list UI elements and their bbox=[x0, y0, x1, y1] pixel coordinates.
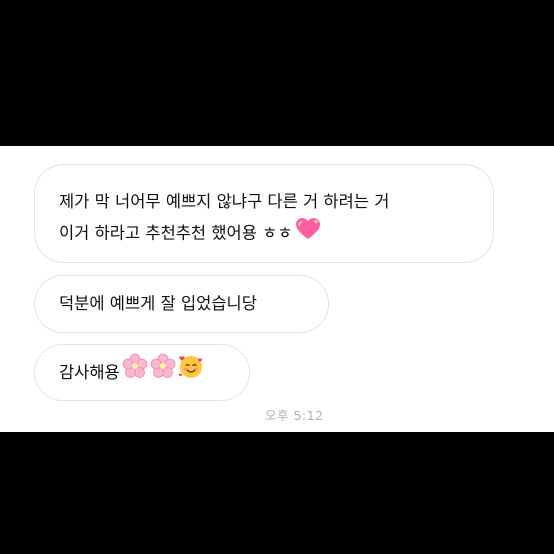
message-bubble[interactable]: 제가 막 너어무 예쁘지 않냐구 다른 거 하려는 거 이거 하라고 추천추천 … bbox=[34, 164, 494, 263]
message-text-line-2: 이거 하라고 추천추천 했어용 ㅎㅎ bbox=[59, 217, 471, 251]
message-text: 감사해용 bbox=[59, 363, 120, 382]
sparkling-heart-icon bbox=[295, 217, 321, 251]
message-text: 덕분에 예쁘게 잘 입었습니당 bbox=[59, 294, 257, 313]
message-bubble[interactable]: 감사해용 bbox=[34, 344, 250, 401]
smiling-face-with-hearts-icon bbox=[178, 346, 204, 401]
message-text-line-2-text: 이거 하라고 추천추천 했어용 ㅎㅎ bbox=[59, 223, 293, 243]
chat-screen: 제가 막 너어무 예쁘지 않냐구 다른 거 하려는 거 이거 하라고 추천추천 … bbox=[0, 146, 554, 432]
message-bubble[interactable]: 덕분에 예쁘게 잘 입었습니당 bbox=[34, 275, 329, 333]
message-timestamp: 오후 5:12 bbox=[265, 408, 324, 423]
message-text-line-1: 제가 막 너어무 예쁘지 않냐구 다른 거 하려는 거 bbox=[59, 192, 390, 211]
cherry-blossom-icon bbox=[150, 346, 176, 401]
cherry-blossom-icon bbox=[122, 346, 148, 401]
